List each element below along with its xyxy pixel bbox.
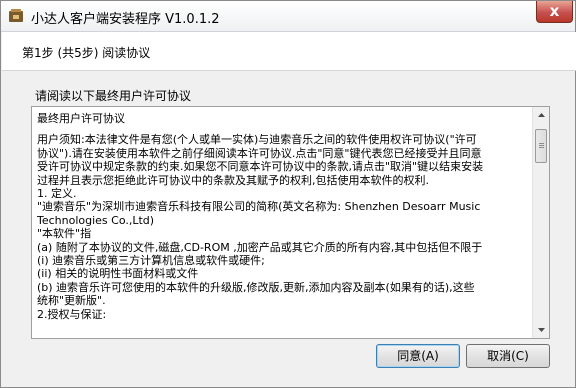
license-line: "迪索音乐"为深圳市迪索音乐科技有限公司的简称(英文名称为: Shenzhen … — [37, 200, 481, 214]
close-button[interactable]: x — [536, 1, 573, 23]
license-line: 1. 定义. — [37, 187, 77, 201]
license-instruction: 请阅读以下最终用户许可协议 — [35, 89, 192, 103]
license-line: 最终用户许可协议 — [37, 112, 125, 125]
license-line: (i) 迪索音乐或第三方计算机信息或软件或硬件; — [37, 254, 265, 268]
license-gap — [37, 125, 531, 133]
license-line: 统称"更新版". — [37, 294, 106, 308]
installer-window: 小达人客户端安装程序 V1.0.1.2 x 第1步 (共5步) 阅读协议 请阅读… — [0, 0, 576, 388]
license-line: 协议").请在安装使用本软件之前仔细阅读本许可协议.点击"同意"键代表您已经接受… — [37, 146, 482, 160]
window-title: 小达人客户端安装程序 V1.0.1.2 — [31, 12, 220, 27]
cancel-button[interactable]: 取消(C) — [466, 344, 550, 368]
license-line: "本软件"指 — [37, 227, 92, 241]
scroll-thumb[interactable] — [535, 129, 547, 163]
vertical-scrollbar[interactable] — [532, 107, 549, 338]
step-header: 第1步 (共5步) 阅读协议 — [2, 32, 576, 71]
title-bar: 小达人客户端安装程序 V1.0.1.2 x — [1, 1, 575, 32]
license-line: (b) 迪索音乐许可您使用的本软件的升级版,修改版,更新,添加内容及副本(如果有… — [37, 280, 475, 294]
license-text-box[interactable]: 最终用户许可协议用户须知:本法律文件是有您(个人或单一实体)与迪索音乐之间的软件… — [31, 106, 550, 339]
license-line: 受许可协议中规定条款的约束.如果您不同意本许可协议中的条款,请点击"取消"键以结… — [37, 160, 484, 174]
agree-button[interactable]: 同意(A) — [376, 344, 460, 368]
license-line: (a) 随附了本协议的文件,磁盘,CD-ROM ,加密产品或其它介质的所有内容,… — [37, 240, 483, 254]
scroll-down-arrow-icon[interactable] — [534, 322, 549, 337]
close-icon: x — [549, 2, 560, 20]
license-line: 用户须知:本法律文件是有您(个人或单一实体)与迪索音乐之间的软件使用权许可协议(… — [37, 133, 477, 147]
license-content: 最终用户许可协议用户须知:本法律文件是有您(个人或单一实体)与迪索音乐之间的软件… — [37, 112, 531, 321]
app-icon — [9, 9, 23, 22]
license-line: 2.授权与保证: — [37, 307, 107, 321]
scroll-up-arrow-icon[interactable] — [534, 108, 549, 123]
license-line: Technologies Co.,Ltd) — [37, 213, 155, 227]
license-line: 过程并且表示您拒绝此许可协议中的条款及其赋予的权利,包括使用本软件的权利. — [37, 173, 429, 187]
license-line: (ii) 相关的说明性书面材料或文件 — [37, 267, 199, 281]
step-indicator: 第1步 (共5步) 阅读协议 — [22, 46, 151, 60]
